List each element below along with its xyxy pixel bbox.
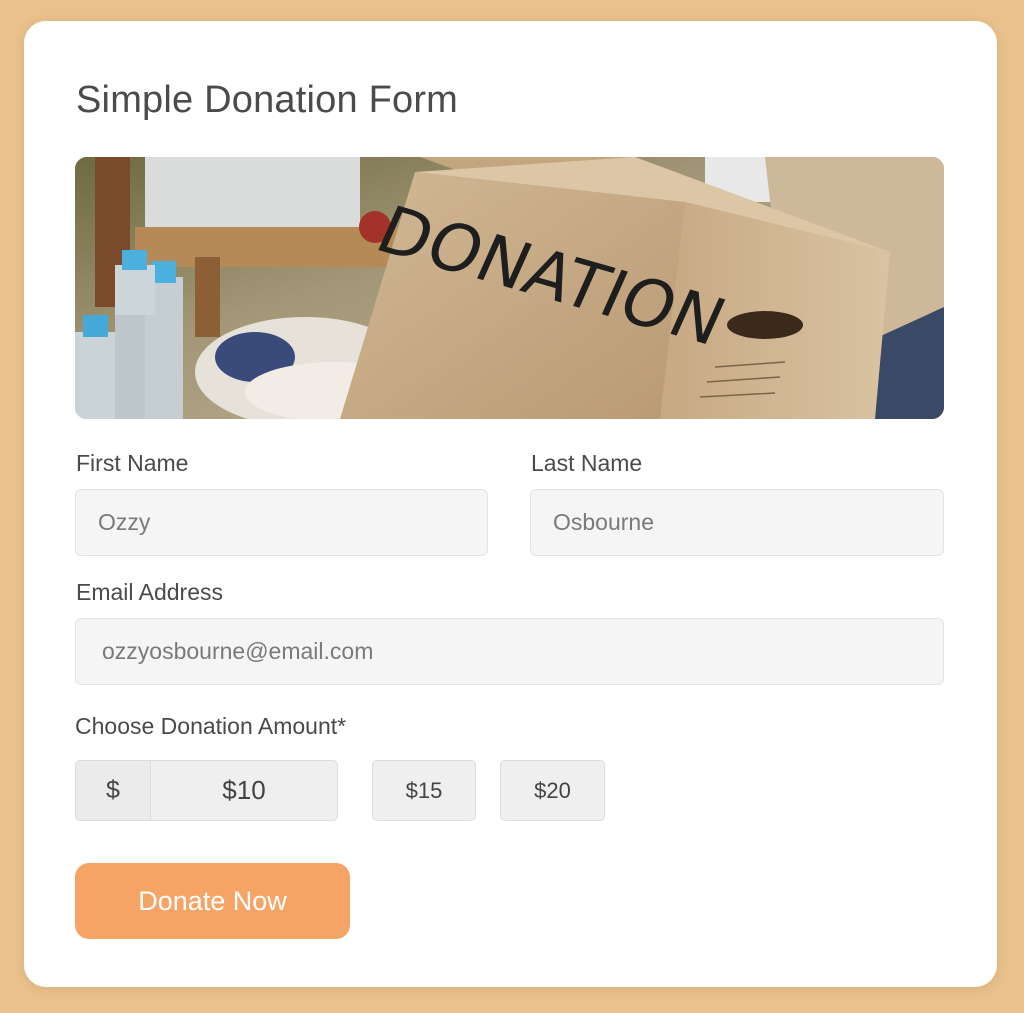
donation-form-card: Simple Donation Form DONATION First Name… bbox=[24, 21, 997, 987]
first-name-label: First Name bbox=[76, 450, 189, 476]
custom-amount-input-group[interactable]: $ $10 bbox=[75, 760, 338, 821]
custom-amount-value[interactable]: $10 bbox=[151, 761, 337, 820]
last-name-label: Last Name bbox=[531, 450, 643, 476]
amount-option-20-button[interactable]: $20 bbox=[500, 760, 605, 821]
email-label: Email Address bbox=[76, 579, 224, 605]
donation-amount-label: Choose Donation Amount* bbox=[75, 713, 347, 739]
form-title: Simple Donation Form bbox=[76, 79, 459, 121]
donate-now-button[interactable]: Donate Now bbox=[75, 863, 350, 939]
first-name-input[interactable] bbox=[75, 489, 488, 556]
amount-option-15-button[interactable]: $15 bbox=[372, 760, 476, 821]
donation-banner-image: DONATION bbox=[75, 157, 944, 419]
currency-symbol: $ bbox=[76, 761, 151, 820]
email-input[interactable] bbox=[75, 618, 944, 685]
last-name-input[interactable] bbox=[530, 489, 944, 556]
